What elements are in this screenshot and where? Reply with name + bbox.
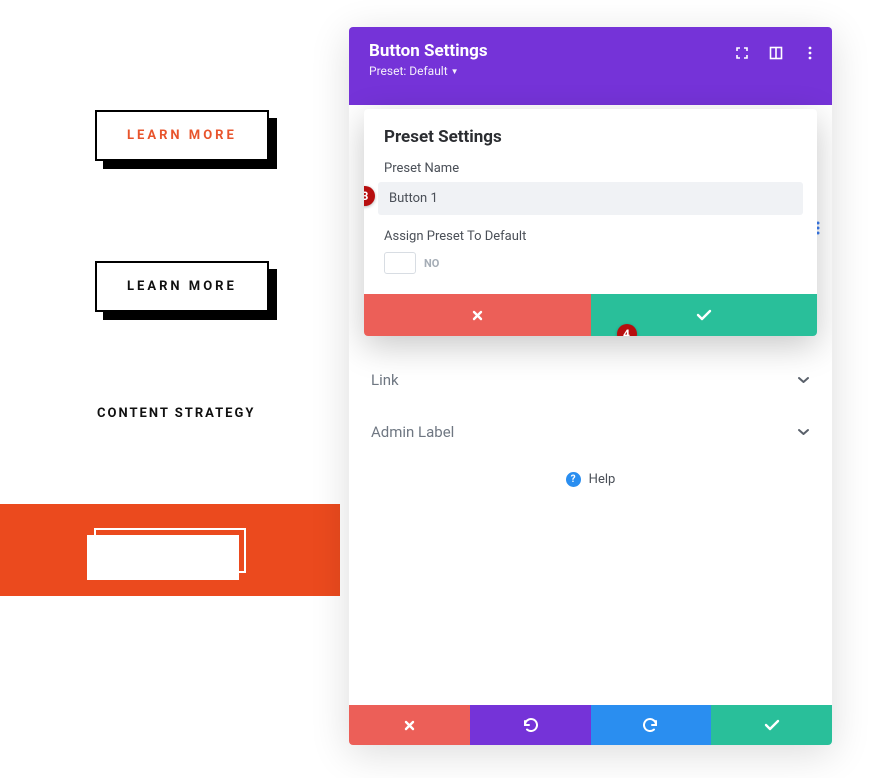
panel-header: Button Settings Preset: Default ▼: [349, 27, 832, 90]
preset-settings-popup: Preset Settings Preset Name 3 Assign Pre…: [364, 109, 817, 336]
check-icon: [696, 309, 712, 321]
content-strategy-label: CONTENT STRATEGY: [97, 406, 340, 421]
preset-settings-heading: Preset Settings: [364, 109, 817, 161]
redo-icon: [643, 718, 659, 732]
preset-cancel-button[interactable]: [364, 294, 591, 336]
admin-label-section-label: Admin Label: [371, 423, 454, 441]
panel-cancel-button[interactable]: [349, 705, 470, 745]
panel-undo-button[interactable]: [470, 705, 591, 745]
help-label: Help: [589, 472, 616, 487]
step-callout-4: 4: [617, 324, 637, 336]
chevron-down-icon: [797, 376, 810, 384]
step-callout-3: 3: [364, 186, 375, 206]
assign-default-label: Assign Preset To Default: [364, 229, 817, 252]
chevron-down-icon: ▼: [449, 67, 459, 76]
undo-icon: [522, 718, 538, 732]
learn-more-button-2[interactable]: LEARN MORE: [95, 261, 269, 312]
learn-more-button-3[interactable]: LEARN MORE: [94, 528, 247, 573]
panel-bottom-bar: [349, 705, 832, 745]
orange-section: LEARN MORE: [0, 504, 340, 596]
preset-name-label: Preset Name: [364, 161, 817, 182]
close-icon: [403, 719, 416, 732]
link-section-label: Link: [371, 371, 399, 389]
learn-more-button-1[interactable]: LEARN MORE: [95, 110, 269, 161]
link-section-toggle[interactable]: Link: [349, 355, 832, 405]
panel-layout-icon[interactable]: [768, 45, 784, 61]
check-icon: [764, 719, 780, 731]
admin-label-section-toggle[interactable]: Admin Label: [349, 407, 832, 457]
close-icon: [471, 309, 484, 322]
toggle-value: NO: [424, 257, 439, 270]
preset-dropdown-label: Preset: Default: [369, 64, 448, 78]
preset-confirm-button[interactable]: 4: [591, 294, 818, 336]
panel-redo-button[interactable]: [591, 705, 712, 745]
help-icon: ?: [566, 472, 581, 487]
expand-icon[interactable]: [734, 45, 750, 61]
preset-dropdown[interactable]: Preset: Default ▼: [369, 64, 812, 78]
settings-panel: Button Settings Preset: Default ▼ er Pre…: [349, 27, 832, 745]
chevron-down-icon: [797, 428, 810, 436]
preset-name-input[interactable]: [378, 182, 803, 215]
more-icon[interactable]: [802, 45, 818, 61]
help-link[interactable]: ? Help: [349, 472, 832, 487]
panel-save-button[interactable]: [711, 705, 832, 745]
assign-default-toggle[interactable]: [384, 252, 416, 274]
